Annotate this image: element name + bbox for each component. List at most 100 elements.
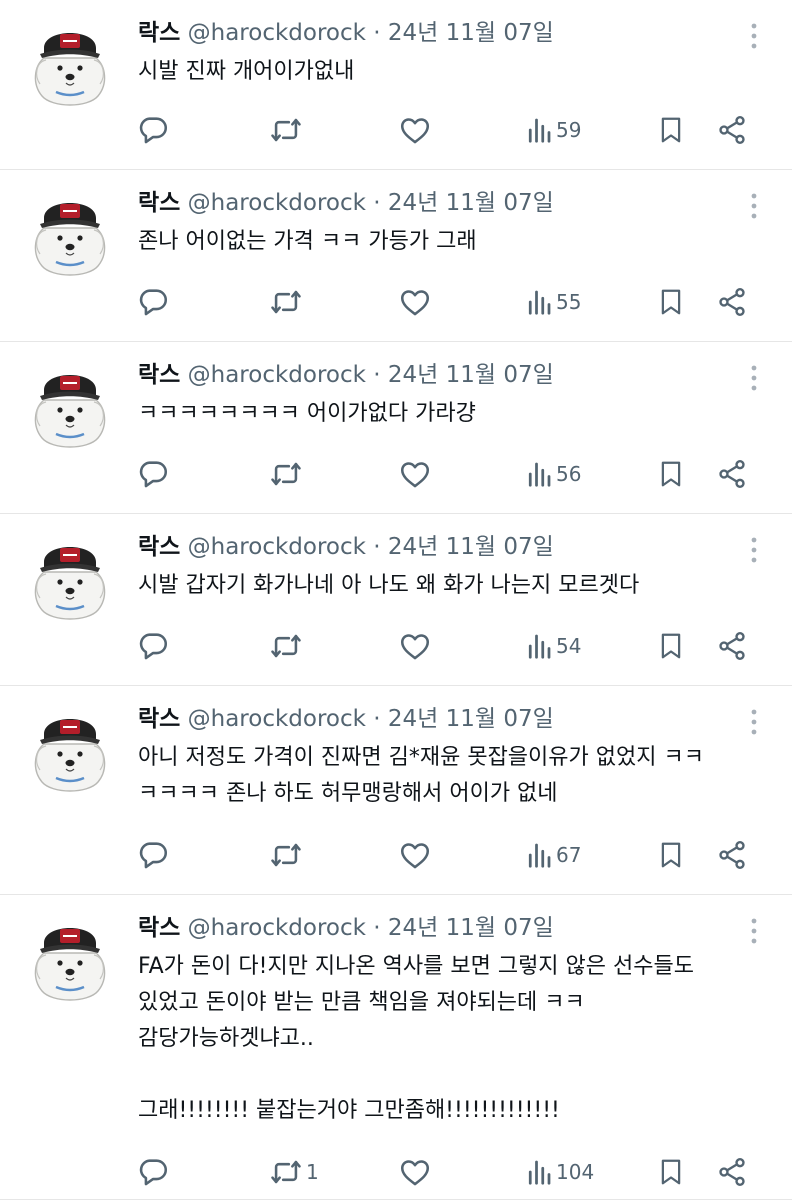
reply-button[interactable] xyxy=(136,110,172,150)
avatar[interactable] xyxy=(30,700,110,796)
display-name[interactable]: 락스 xyxy=(138,915,180,941)
analytics-icon xyxy=(524,838,554,872)
tweet-actions: 54 xyxy=(0,626,792,666)
tweet-header: 락스 @harockdorock · 24년 11월 07일 xyxy=(138,18,554,48)
views-count: 55 xyxy=(556,290,582,314)
heart-icon xyxy=(398,457,432,491)
bookmark-icon xyxy=(656,838,686,872)
reply-button[interactable] xyxy=(136,626,172,666)
retweet-button[interactable] xyxy=(268,626,306,666)
tweet[interactable]: 락스 @harockdorock · 24년 11월 07일시발 진짜 개어이가… xyxy=(0,0,792,170)
like-button[interactable] xyxy=(398,282,434,322)
avatar[interactable] xyxy=(30,528,110,624)
retweet-button[interactable] xyxy=(268,835,306,875)
tweet-date[interactable]: 24년 11월 07일 xyxy=(388,706,554,732)
share-button[interactable] xyxy=(716,835,748,875)
bookmark-button[interactable] xyxy=(656,110,686,150)
bookmark-icon xyxy=(656,629,686,663)
retweet-button[interactable] xyxy=(268,454,306,494)
views-button[interactable]: 104 xyxy=(524,1152,594,1192)
tweet[interactable]: 락스 @harockdorock · 24년 11월 07일 시발 갑자기 화가나… xyxy=(0,514,792,686)
display-name[interactable]: 락스 xyxy=(138,20,180,46)
retweet-icon xyxy=(268,838,304,872)
tweet[interactable]: 락스 @harockdorock · 24년 11월 07일 아니 저정도 가격이… xyxy=(0,686,792,895)
reply-button[interactable] xyxy=(136,1152,172,1192)
avatar[interactable] xyxy=(30,356,110,452)
views-button[interactable]: 59 xyxy=(524,110,581,150)
separator-dot: · xyxy=(373,706,381,732)
tweet[interactable]: 락스 @harockdorock · 24년 11월 07일 FA가 돈이 다!지… xyxy=(0,895,792,1200)
avatar[interactable] xyxy=(30,14,110,110)
tweet[interactable]: 락스 @harockdorock · 24년 11월 07일 ㅋㅋㅋㅋㅋㅋㅋㅋ 어… xyxy=(0,342,792,514)
tweet-date[interactable]: 24년 11월 07일 xyxy=(388,190,554,216)
views-button[interactable]: 56 xyxy=(524,454,581,494)
reply-icon xyxy=(136,629,170,663)
reply-button[interactable] xyxy=(136,835,172,875)
avatar[interactable] xyxy=(30,184,110,280)
heart-icon xyxy=(398,285,432,319)
more-options-icon[interactable] xyxy=(750,192,758,220)
user-handle[interactable]: @harockdorock xyxy=(188,706,366,732)
like-button[interactable] xyxy=(398,110,434,150)
more-options-icon[interactable] xyxy=(750,708,758,736)
bookmark-button[interactable] xyxy=(656,626,686,666)
like-button[interactable] xyxy=(398,1152,434,1192)
retweet-button[interactable]: 1 xyxy=(268,1152,319,1192)
user-handle[interactable]: @harockdorock xyxy=(188,190,366,216)
user-handle[interactable]: @harockdorock xyxy=(188,915,366,941)
share-icon xyxy=(716,1156,748,1188)
views-button[interactable]: 54 xyxy=(524,626,581,666)
retweet-button[interactable] xyxy=(268,110,306,150)
more-options-icon[interactable] xyxy=(750,22,758,50)
tweet[interactable]: 락스 @harockdorock · 24년 11월 07일 존나 어이없는 가격… xyxy=(0,170,792,342)
retweet-button[interactable] xyxy=(268,282,306,322)
display-name[interactable]: 락스 xyxy=(138,190,180,216)
separator-dot: · xyxy=(373,20,381,46)
share-button[interactable] xyxy=(716,110,748,150)
tweet-date[interactable]: 24년 11월 07일 xyxy=(388,915,554,941)
user-handle[interactable]: @harockdorock xyxy=(188,20,366,46)
avatar[interactable] xyxy=(30,909,110,1005)
display-name[interactable]: 락스 xyxy=(138,534,180,560)
separator-dot: · xyxy=(373,915,381,941)
heart-icon xyxy=(398,838,432,872)
display-name[interactable]: 락스 xyxy=(138,706,180,732)
share-icon xyxy=(716,839,748,871)
more-options-icon[interactable] xyxy=(750,536,758,564)
tweet-actions: 67 xyxy=(0,835,792,875)
share-button[interactable] xyxy=(716,1152,748,1192)
bookmark-button[interactable] xyxy=(656,835,686,875)
views-button[interactable]: 67 xyxy=(524,835,581,875)
reply-button[interactable] xyxy=(136,454,172,494)
bookmark-icon xyxy=(656,1155,686,1189)
like-button[interactable] xyxy=(398,454,434,494)
like-button[interactable] xyxy=(398,835,434,875)
more-options-icon[interactable] xyxy=(750,364,758,392)
analytics-icon xyxy=(524,285,554,319)
tweet-date[interactable]: 24년 11월 07일 xyxy=(388,534,554,560)
reply-icon xyxy=(136,113,170,147)
tweet-header: 락스 @harockdorock · 24년 11월 07일 xyxy=(138,704,554,734)
reply-button[interactable] xyxy=(136,282,172,322)
tweet-date[interactable]: 24년 11월 07일 xyxy=(388,362,554,388)
tweet-actions: 55 xyxy=(0,282,792,322)
like-button[interactable] xyxy=(398,626,434,666)
more-options-icon[interactable] xyxy=(750,917,758,945)
tweet-date[interactable]: 24년 11월 07일 xyxy=(388,20,554,46)
bookmark-button[interactable] xyxy=(656,1152,686,1192)
views-button[interactable]: 55 xyxy=(524,282,581,322)
tweet-header: 락스 @harockdorock · 24년 11월 07일 xyxy=(138,532,554,562)
user-handle[interactable]: @harockdorock xyxy=(188,362,366,388)
tweet-actions: 1 104 xyxy=(0,1152,792,1192)
tweet-text: 시발 진짜 개어이가없내 xyxy=(138,59,355,84)
reply-icon xyxy=(136,285,170,319)
analytics-icon xyxy=(524,457,554,491)
user-handle[interactable]: @harockdorock xyxy=(188,534,366,560)
bookmark-button[interactable] xyxy=(656,282,686,322)
display-name[interactable]: 락스 xyxy=(138,362,180,388)
share-button[interactable] xyxy=(716,454,748,494)
bookmark-icon xyxy=(656,457,686,491)
bookmark-button[interactable] xyxy=(656,454,686,494)
share-button[interactable] xyxy=(716,282,748,322)
share-button[interactable] xyxy=(716,626,748,666)
